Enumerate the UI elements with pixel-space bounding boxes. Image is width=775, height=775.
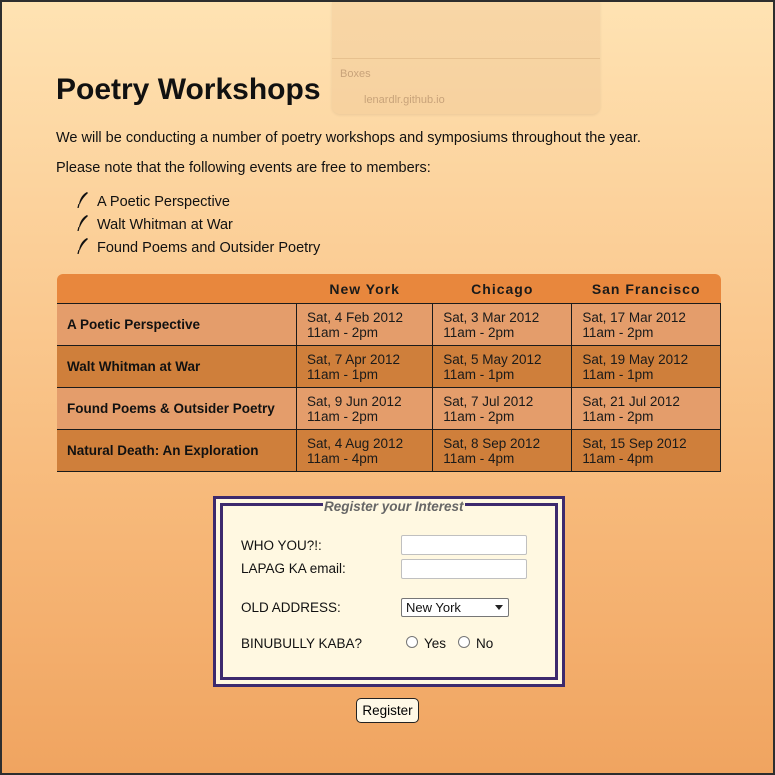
time-text: 11am - 2pm <box>307 324 379 340</box>
page-title: Poetry Workshops <box>56 73 321 106</box>
table-row: Found Poems & Outsider Poetry Sat, 9 Jun… <box>57 387 721 430</box>
date-text: Sat, 7 Apr 2012 <box>307 351 401 367</box>
quill-icon <box>77 237 88 254</box>
table-row: A Poetic Perspective Sat, 4 Feb 2012 11am… <box>57 303 721 346</box>
time-text: 11am - 1pm <box>443 366 515 382</box>
no-label: No <box>476 636 494 651</box>
register-fieldset: Register your Interest WHO YOU?!: LAPAG … <box>220 499 558 680</box>
name-input[interactable] <box>401 535 527 555</box>
email-input[interactable] <box>401 559 527 579</box>
address-label: OLD ADDRESS: <box>241 600 341 615</box>
time-text: 11am - 1pm <box>307 366 379 382</box>
date-cell: Sat, 7 Apr 2012 11am - 1pm <box>295 345 433 388</box>
date-text: Sat, 9 Jun 2012 <box>307 393 402 409</box>
date-cell: Sat, 3 Mar 2012 11am - 2pm <box>432 303 572 346</box>
quill-icon <box>77 191 88 208</box>
date-text: Sat, 19 May 2012 <box>582 351 689 367</box>
date-cell: Sat, 19 May 2012 11am - 1pm <box>571 345 721 388</box>
overlay-text-2: lenardlr.github.io <box>364 94 445 106</box>
address-selected-value: New York <box>406 600 461 615</box>
quill-icon <box>77 214 88 231</box>
event-name: Walt Whitman at War <box>57 345 297 388</box>
time-text: 11am - 4pm <box>443 450 515 466</box>
time-text: 11am - 1pm <box>582 366 654 382</box>
date-text: Sat, 4 Feb 2012 <box>307 309 404 325</box>
time-text: 11am - 2pm <box>443 324 515 340</box>
date-cell: Sat, 5 May 2012 11am - 1pm <box>432 345 572 388</box>
register-form: Register your Interest WHO YOU?!: LAPAG … <box>213 496 565 687</box>
time-text: 11am - 4pm <box>582 450 654 466</box>
date-text: Sat, 4 Aug 2012 <box>307 435 404 451</box>
overlay-divider <box>332 58 600 59</box>
overlay-text-1: Boxes <box>340 68 371 80</box>
date-text: Sat, 3 Mar 2012 <box>443 309 540 325</box>
intro-text: We will be conducting a number of poetry… <box>56 130 641 146</box>
no-radio[interactable] <box>458 636 470 648</box>
free-events-note: Please note that the following events ar… <box>56 160 431 176</box>
event-name: Natural Death: An Exploration <box>57 429 297 472</box>
register-button[interactable]: Register <box>356 698 419 723</box>
date-cell: Sat, 17 Mar 2012 11am - 2pm <box>571 303 721 346</box>
table-header-row: New York Chicago San Francisco <box>57 274 721 304</box>
form-legend: Register your Interest <box>323 499 465 514</box>
date-cell: Sat, 7 Jul 2012 11am - 2pm <box>432 387 572 430</box>
name-label: WHO YOU?!: <box>241 538 322 553</box>
yes-radio[interactable] <box>406 636 418 648</box>
date-cell: Sat, 4 Feb 2012 11am - 2pm <box>295 303 433 346</box>
chevron-down-icon <box>495 605 503 610</box>
email-label: LAPAG KA email: <box>241 561 346 576</box>
date-text: Sat, 8 Sep 2012 <box>443 435 541 451</box>
date-cell: Sat, 15 Sep 2012 11am - 4pm <box>571 429 721 472</box>
free-event-label: Found Poems and Outsider Poetry <box>97 239 321 256</box>
time-text: 11am - 2pm <box>582 324 654 340</box>
date-text: Sat, 15 Sep 2012 <box>582 435 687 451</box>
bullied-label: BINUBULLY KABA? <box>241 636 363 651</box>
list-item: Found Poems and Outsider Poetry <box>76 236 320 259</box>
schedule-table: New York Chicago San Francisco A Poetic … <box>57 274 721 472</box>
column-header-new-york: New York <box>296 274 433 304</box>
free-event-label: Walt Whitman at War <box>97 216 233 233</box>
table-row: Natural Death: An Exploration Sat, 4 Aug… <box>57 429 721 472</box>
table-row: Walt Whitman at War Sat, 7 Apr 2012 11am … <box>57 345 721 388</box>
date-cell: Sat, 4 Aug 2012 11am - 4pm <box>295 429 433 472</box>
yes-label: Yes <box>424 636 447 651</box>
event-name: A Poetic Perspective <box>57 303 297 346</box>
time-text: 11am - 2pm <box>443 408 515 424</box>
event-name: Found Poems & Outsider Poetry <box>57 387 297 430</box>
date-cell: Sat, 21 Jul 2012 11am - 2pm <box>571 387 721 430</box>
date-cell: Sat, 8 Sep 2012 11am - 4pm <box>432 429 572 472</box>
date-text: Sat, 21 Jul 2012 <box>582 393 680 409</box>
date-text: Sat, 17 Mar 2012 <box>582 309 686 325</box>
time-text: 11am - 2pm <box>307 408 379 424</box>
background-overlay-panel: Boxes lenardlr.github.io <box>332 2 600 114</box>
column-header-event <box>57 274 297 304</box>
date-text: Sat, 7 Jul 2012 <box>443 393 534 409</box>
time-text: 11am - 4pm <box>307 450 379 466</box>
column-header-san-francisco: San Francisco <box>571 274 721 304</box>
address-select[interactable]: New York <box>401 598 509 617</box>
time-text: 11am - 2pm <box>582 408 654 424</box>
list-item: Walt Whitman at War <box>76 213 320 236</box>
date-cell: Sat, 9 Jun 2012 11am - 2pm <box>295 387 433 430</box>
free-event-label: A Poetic Perspective <box>97 193 230 210</box>
column-header-chicago: Chicago <box>432 274 572 304</box>
free-events-list: A Poetic Perspective Walt Whitman at War… <box>76 190 320 259</box>
date-text: Sat, 5 May 2012 <box>443 351 542 367</box>
list-item: A Poetic Perspective <box>76 190 320 213</box>
